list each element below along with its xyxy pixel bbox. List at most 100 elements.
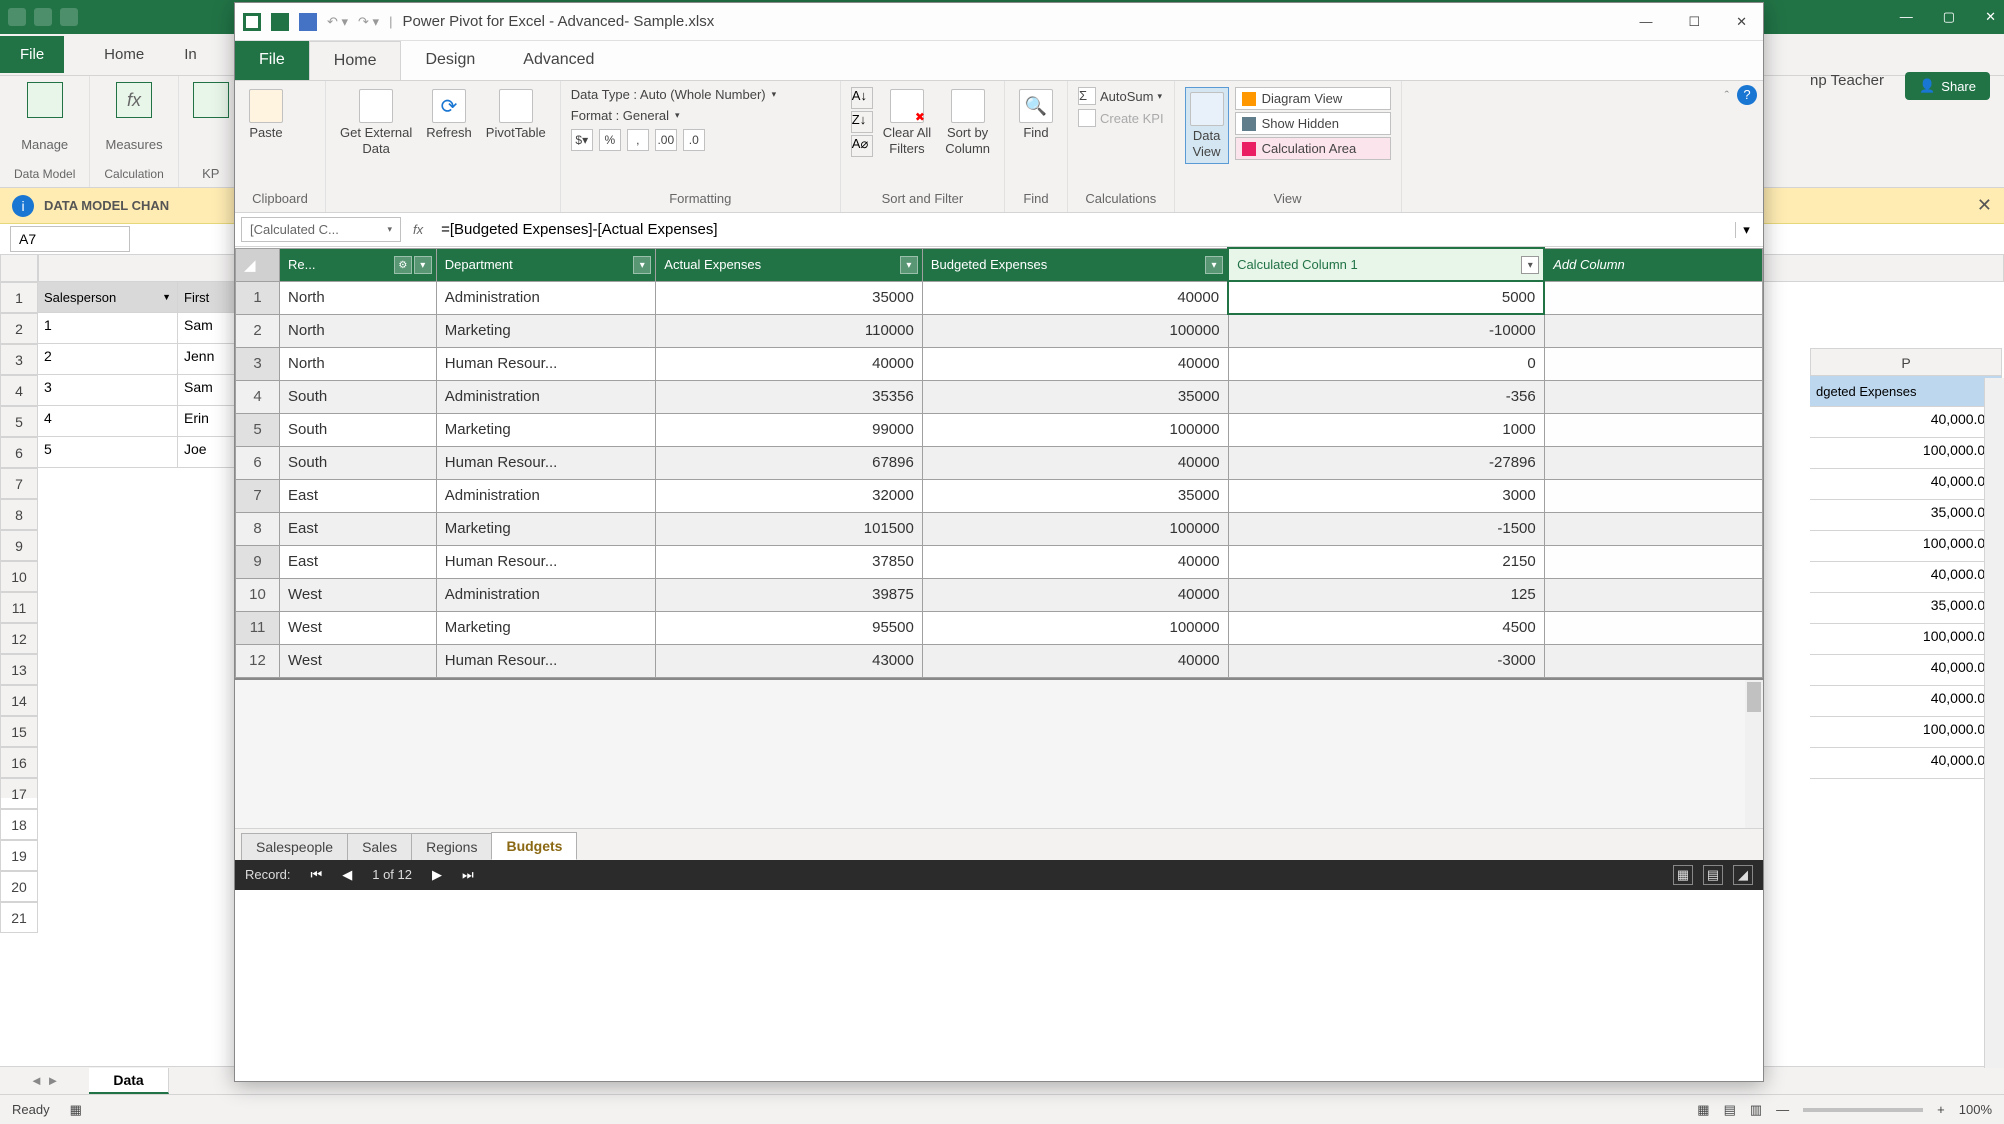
show-hidden-button[interactable]: Show Hidden: [1235, 112, 1391, 135]
pp-maximize-icon[interactable]: ☐: [1688, 14, 1700, 30]
col-add[interactable]: Add Column: [1544, 248, 1762, 281]
view-break-icon[interactable]: ▥: [1750, 1102, 1762, 1118]
pp-calculation-area: [235, 678, 1763, 828]
sort-desc-icon[interactable]: Z↓: [851, 111, 873, 133]
collapse-ribbon-icon[interactable]: ˆ: [1725, 88, 1729, 103]
grid-icon[interactable]: ▦: [1673, 865, 1693, 885]
resize-grip-icon[interactable]: ◢: [1733, 865, 1753, 885]
col-header-p[interactable]: P: [1810, 348, 2002, 376]
tab-home[interactable]: Home: [104, 46, 144, 63]
save-icon[interactable]: [299, 13, 317, 31]
format-dropdown[interactable]: Format : General ▾: [571, 108, 680, 123]
clear-sort-icon[interactable]: A⌀: [851, 135, 873, 157]
autosum-button[interactable]: Σ AutoSum ▾: [1078, 87, 1164, 105]
table-row[interactable]: 3NorthHuman Resour...40000400000: [236, 347, 1763, 380]
pp-tab-home[interactable]: Home: [309, 41, 402, 80]
undo-icon[interactable]: ↶ ▾: [327, 14, 348, 30]
tab-budgets[interactable]: Budgets: [491, 832, 577, 860]
pp-tab-advanced[interactable]: Advanced: [499, 41, 618, 80]
redo-icon[interactable]: ↷ ▾: [358, 14, 379, 30]
save-icon[interactable]: [8, 8, 26, 26]
table-row[interactable]: 1NorthAdministration35000400005000: [236, 281, 1763, 314]
datatype-dropdown[interactable]: Data Type : Auto (Whole Number) ▾: [571, 87, 776, 102]
table-row[interactable]: 2NorthMarketing110000100000-10000: [236, 314, 1763, 347]
record-prev-icon[interactable]: ◀: [342, 867, 352, 883]
increase-decimal-button[interactable]: .00: [655, 129, 677, 151]
comma-button[interactable]: ,: [627, 129, 649, 151]
fx-icon[interactable]: fx: [407, 222, 429, 237]
sort-asc-icon[interactable]: A↓: [851, 87, 873, 109]
record-next-icon[interactable]: ▶: [432, 867, 442, 883]
get-external-data-button[interactable]: Get External Data: [336, 87, 416, 158]
pivottable-button[interactable]: PivotTable: [482, 87, 550, 143]
pp-close-icon[interactable]: ✕: [1736, 14, 1747, 30]
col-department[interactable]: Department▾: [436, 248, 656, 281]
status-ready: Ready: [12, 1102, 50, 1117]
help-icon[interactable]: ?: [1737, 85, 1757, 105]
calculation-area-button[interactable]: Calculation Area: [1235, 137, 1391, 160]
pp-tab-design[interactable]: Design: [401, 41, 499, 80]
table-row[interactable]: 10WestAdministration3987540000125: [236, 578, 1763, 611]
pp-minimize-icon[interactable]: —: [1639, 14, 1652, 30]
table-row[interactable]: 12WestHuman Resour...4300040000-3000: [236, 644, 1763, 677]
record-position: 1 of 12: [372, 867, 412, 882]
diagram-view-button[interactable]: Diagram View: [1235, 87, 1391, 110]
measures-icon[interactable]: fx: [116, 82, 152, 118]
pp-tab-file[interactable]: File: [235, 41, 309, 80]
formula-expand-icon[interactable]: ▾: [1735, 222, 1757, 238]
pp-name-box[interactable]: [Calculated C...▾: [241, 217, 401, 242]
view-normal-icon[interactable]: ▦: [1697, 1102, 1709, 1118]
tab-salespeople[interactable]: Salespeople: [241, 833, 348, 860]
table-row[interactable]: 11WestMarketing955001000004500: [236, 611, 1763, 644]
tab-regions[interactable]: Regions: [411, 833, 492, 860]
table-row[interactable]: 5SouthMarketing990001000001000: [236, 413, 1763, 446]
col-actual[interactable]: Actual Expenses▾: [656, 248, 923, 281]
table-row[interactable]: 6SouthHuman Resour...6789640000-27896: [236, 446, 1763, 479]
pp-calc-vscroll[interactable]: [1745, 680, 1763, 828]
record-last-icon[interactable]: ⏭: [462, 867, 474, 883]
percent-button[interactable]: %: [599, 129, 621, 151]
pp-title: Power Pivot for Excel - Advanced- Sample…: [402, 13, 714, 30]
paste-button[interactable]: Paste: [245, 87, 287, 143]
refresh-button[interactable]: ⟳Refresh: [422, 87, 476, 143]
view-page-icon[interactable]: ▤: [1724, 1102, 1736, 1118]
copy-icon[interactable]: [293, 87, 315, 109]
record-first-icon[interactable]: ⏮: [311, 867, 323, 883]
select-all-corner[interactable]: ◢: [236, 248, 280, 281]
tab-file[interactable]: File: [0, 36, 64, 73]
paste-append-icon[interactable]: [293, 111, 315, 133]
manage-icon[interactable]: [27, 82, 63, 118]
paste-replace-icon[interactable]: [293, 135, 315, 157]
find-button[interactable]: 🔍 Find: [1015, 87, 1057, 143]
clear-filters-button[interactable]: ✖ Clear All Filters: [879, 87, 935, 158]
minimize-icon[interactable]: —: [1900, 9, 1913, 25]
tab-insert[interactable]: In: [184, 46, 197, 63]
data-view-button[interactable]: Data View: [1185, 87, 1229, 164]
share-button[interactable]: 👤Share: [1905, 72, 1990, 100]
close-icon[interactable]: ✕: [1985, 9, 1996, 25]
name-box[interactable]: [10, 226, 130, 252]
col-calculated[interactable]: Calculated Column 1▾: [1228, 248, 1544, 281]
table-row[interactable]: 9EastHuman Resour...37850400002150: [236, 545, 1763, 578]
create-kpi-button[interactable]: Create KPI: [1078, 109, 1164, 127]
undo-icon[interactable]: [34, 8, 52, 26]
sort-by-column-button[interactable]: Sort by Column: [941, 87, 994, 158]
maximize-icon[interactable]: ▢: [1943, 9, 1955, 25]
sheet-tab-data[interactable]: Data: [89, 1068, 168, 1094]
table-row[interactable]: 7EastAdministration32000350003000: [236, 479, 1763, 512]
tab-sales[interactable]: Sales: [347, 833, 412, 860]
message-text: DATA MODEL CHAN: [44, 198, 169, 213]
col-region[interactable]: Re...⚙▾: [280, 248, 437, 281]
col-budgeted[interactable]: Budgeted Expenses▾: [922, 248, 1228, 281]
decrease-decimal-button[interactable]: .0: [683, 129, 705, 151]
kpi-icon[interactable]: [193, 82, 229, 118]
excel-vscrollbar[interactable]: [1984, 378, 2004, 1068]
pp-formula-bar: [Calculated C...▾ fx ▾: [235, 213, 1763, 247]
diagram-small-icon[interactable]: ▤: [1703, 865, 1723, 885]
redo-icon[interactable]: [60, 8, 78, 26]
message-close[interactable]: ✕: [1977, 195, 1992, 216]
table-row[interactable]: 4SouthAdministration3535635000-356: [236, 380, 1763, 413]
pp-formula-input[interactable]: [435, 217, 1729, 242]
table-row[interactable]: 8EastMarketing101500100000-1500: [236, 512, 1763, 545]
currency-button[interactable]: $▾: [571, 129, 593, 151]
